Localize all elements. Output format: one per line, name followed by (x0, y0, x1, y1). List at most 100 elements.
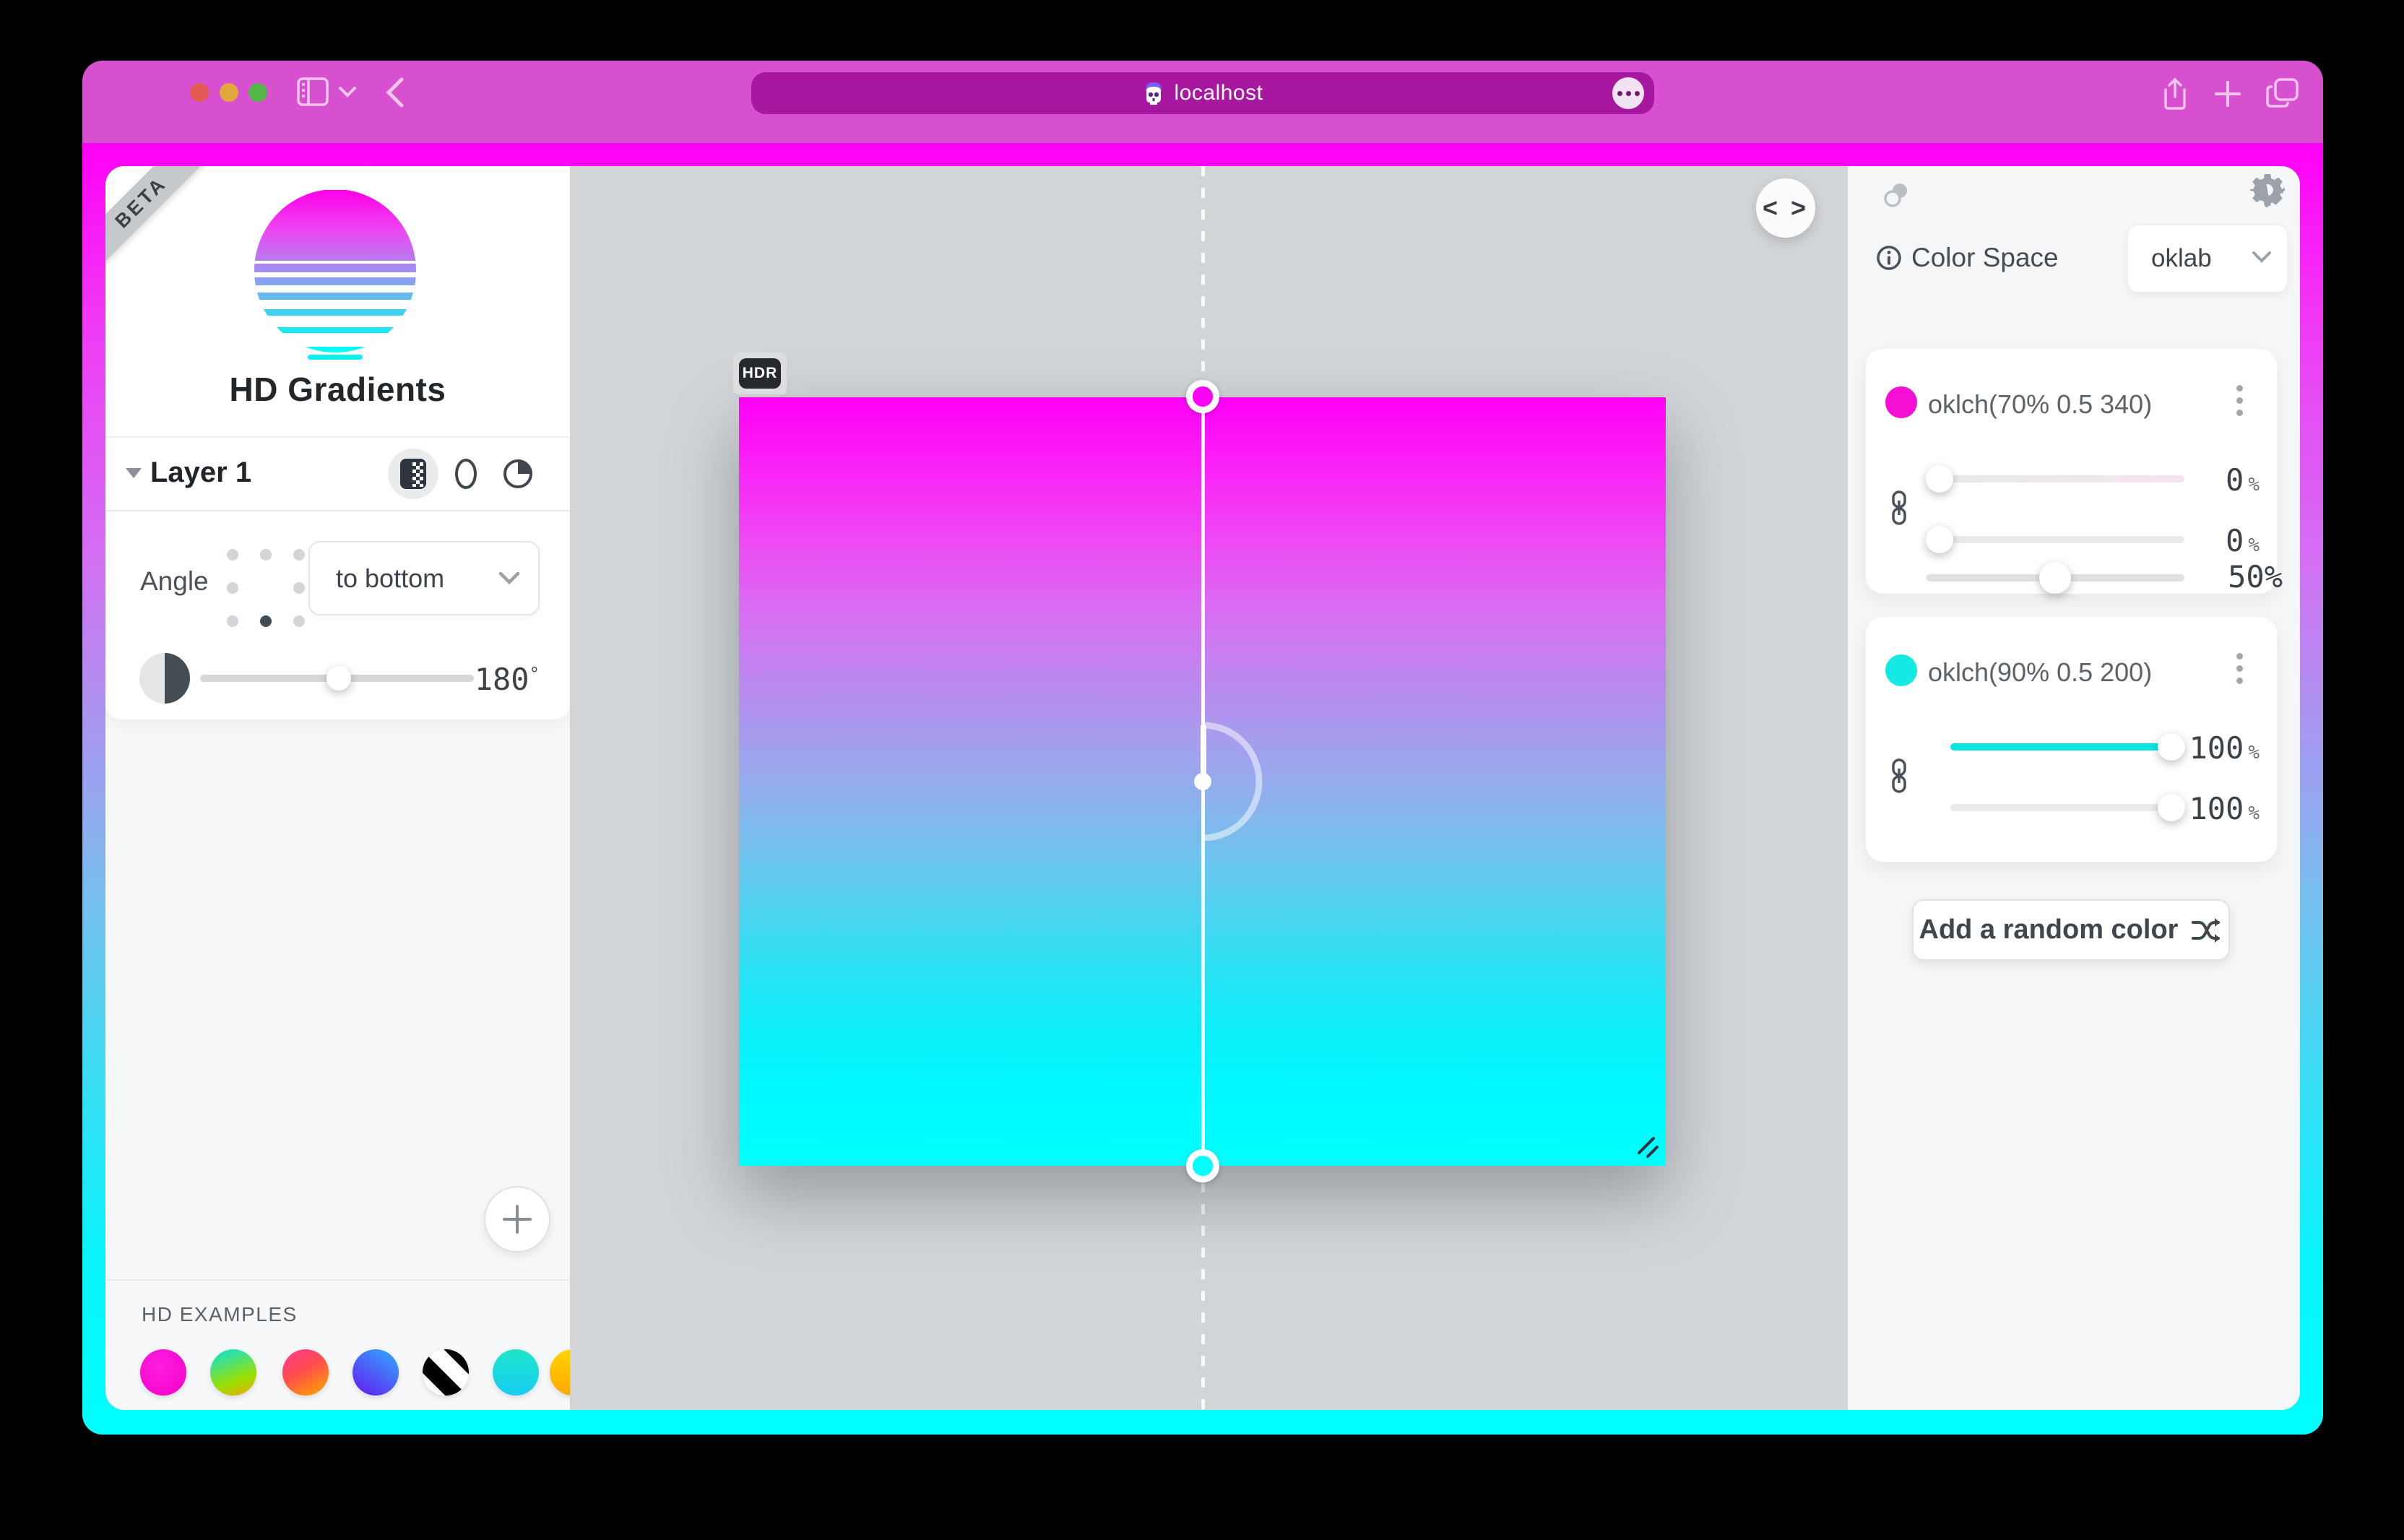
gradient-stop-handle-bottom[interactable] (1186, 1149, 1219, 1182)
gradient-canvas: HDR < > (570, 166, 1848, 1410)
color-space-dropdown[interactable]: oklab (2127, 225, 2288, 293)
example-swatch-sunset[interactable] (282, 1349, 329, 1396)
example-swatch-magenta[interactable] (140, 1349, 186, 1396)
info-icon[interactable] (1876, 245, 1902, 271)
value-unit: % (2248, 535, 2260, 556)
value-number: 100 (2189, 730, 2244, 766)
hdr-badge: HDR (739, 358, 781, 389)
share-icon[interactable] (2160, 77, 2190, 111)
color-value: oklch(90% 0.5 200) (1928, 657, 2152, 688)
minimize-window-button[interactable] (220, 83, 238, 102)
value-unit: % (2265, 559, 2283, 594)
link-sliders-icon[interactable] (1886, 758, 1912, 793)
hd-examples-label: HD EXAMPLES (142, 1303, 298, 1326)
example-swatch-yellow[interactable] (550, 1349, 570, 1396)
gradient-axis-dashed-line (1201, 1182, 1205, 1410)
direction-dropdown[interactable]: to bottom (308, 541, 540, 615)
kebab-menu-icon[interactable] (2230, 385, 2249, 420)
site-favicon (1143, 81, 1164, 105)
example-swatch-bw-stripes[interactable] (423, 1349, 469, 1396)
sidebar: BETA (105, 166, 570, 1410)
chevron-down-icon[interactable] (338, 85, 357, 98)
gradient-type-linear-button[interactable] (388, 449, 438, 499)
angle-slider-thumb[interactable] (327, 666, 351, 691)
angle-number: 180 (475, 662, 529, 697)
direction-value: to bottom (336, 563, 444, 594)
hd-examples-section: HD EXAMPLES (105, 1279, 570, 1410)
midpoint-value: 50% (2167, 559, 2283, 594)
color-swatch-magenta[interactable] (1885, 386, 1917, 418)
slider-value: 100% (2144, 730, 2260, 766)
browser-window: localhost (82, 61, 2323, 1435)
divider (105, 510, 570, 511)
back-button-icon[interactable] (384, 77, 406, 108)
color-panel: Color Space oklab oklch(70% 0.5 340) (1848, 166, 2300, 1410)
example-swatch-green[interactable] (210, 1349, 256, 1396)
example-swatch-blue-purple[interactable] (353, 1349, 399, 1396)
color-space-row: Color Space oklab (1848, 235, 2300, 282)
color-stop-card: oklch(70% 0.5 340) 0% (1866, 349, 2277, 594)
value-unit: % (2248, 742, 2260, 763)
angle-halfmoon-icon (139, 653, 190, 704)
direction-dot-selected[interactable] (260, 615, 272, 627)
beta-ribbon: BETA (105, 166, 232, 293)
shuffle-icon (2191, 917, 2223, 944)
sidebar-toggle-icon[interactable] (296, 77, 329, 107)
color-swatch-cyan[interactable] (1885, 654, 1917, 686)
angle-unit: ° (529, 664, 540, 684)
add-random-color-label: Add a random color (1919, 914, 2179, 946)
slider-thumb[interactable] (1926, 526, 1953, 553)
close-window-button[interactable] (190, 83, 209, 102)
value-number: 0 (2226, 523, 2244, 558)
page-background: BETA (82, 143, 2323, 1435)
value-unit: % (2248, 803, 2260, 824)
settings-gear-icon[interactable] (2250, 173, 2285, 207)
app-logo-retro-sun-icon (254, 190, 416, 360)
gradient-center-handle[interactable] (1194, 773, 1211, 790)
new-tab-icon[interactable] (2213, 79, 2242, 108)
angle-value: 180° (475, 662, 540, 697)
gradient-stop-handle-top[interactable] (1186, 380, 1219, 413)
slider-value: 100% (2144, 791, 2260, 826)
color-stop-card: oklch(90% 0.5 200) 100% (1866, 617, 2277, 862)
direction-dot-grid[interactable] (227, 549, 305, 627)
value-number: 100 (2189, 791, 2244, 826)
link-sliders-icon[interactable] (1886, 490, 1912, 525)
layer-name: Layer 1 (150, 457, 251, 489)
app-container: BETA (105, 166, 2300, 1410)
angle-row: Angle to bottom (105, 522, 570, 637)
add-random-color-button[interactable]: Add a random color (1912, 899, 2230, 961)
resize-grip-icon[interactable] (1630, 1130, 1662, 1162)
url-text: localhost (1175, 81, 1263, 105)
layer-collapse-caret-icon[interactable] (126, 468, 142, 478)
midpoint-icon (1882, 181, 1911, 209)
app-title: HD Gradients (105, 370, 570, 409)
angle-label: Angle (140, 566, 209, 597)
midpoint-slider-thumb[interactable] (2039, 562, 2071, 594)
angle-slider-row: 180° (105, 637, 570, 719)
slider-value: 0% (2144, 523, 2260, 558)
value-number: 50 (2228, 559, 2265, 594)
gradient-type-conic-button[interactable] (493, 449, 543, 499)
color-space-label: Color Space (1911, 243, 2059, 273)
tab-overview-icon[interactable] (2265, 77, 2300, 110)
gradient-axis-dashed-line (1201, 166, 1205, 380)
slider-thumb[interactable] (1926, 465, 1953, 493)
address-bar[interactable]: localhost (751, 72, 1654, 114)
kebab-menu-icon[interactable] (2230, 653, 2249, 688)
plus-icon (501, 1203, 533, 1235)
conic-gradient-icon (502, 458, 534, 490)
beta-ribbon-label: BETA (111, 172, 171, 233)
gradient-type-radial-button[interactable] (441, 449, 491, 499)
sidebar-top-section: BETA (105, 166, 570, 719)
layer-row[interactable]: Layer 1 (105, 438, 570, 510)
value-number: 0 (2226, 462, 2244, 498)
radial-gradient-icon (454, 458, 478, 490)
page-options-button[interactable] (1612, 77, 1644, 109)
maximize-window-button[interactable] (248, 83, 267, 102)
linear-gradient-icon (399, 458, 427, 490)
add-layer-button[interactable] (484, 1186, 550, 1253)
example-swatch-cyan[interactable] (493, 1349, 539, 1396)
show-css-code-button[interactable]: < > (1756, 178, 1815, 238)
chevron-down-icon (498, 570, 521, 586)
